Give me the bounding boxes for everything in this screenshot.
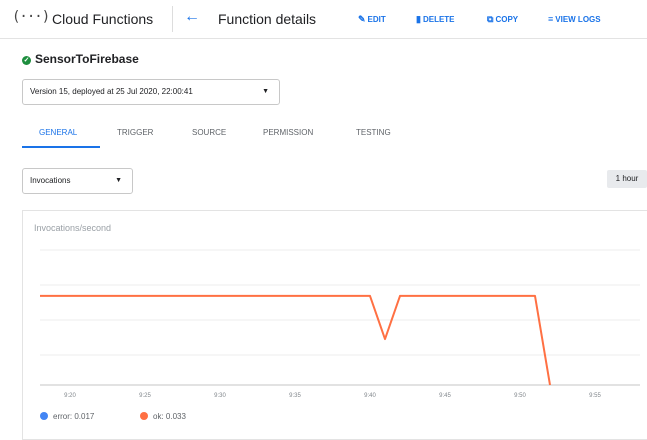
- x-tick-label: 9:55: [589, 393, 601, 399]
- legend-error-value: 0.017: [74, 412, 95, 421]
- legend-ok[interactable]: ok: 0.033: [140, 412, 186, 421]
- legend-ok-name: ok: [153, 412, 162, 421]
- x-tick-label: 9:20: [64, 393, 76, 399]
- x-tick-label: 9:40: [364, 393, 376, 399]
- x-tick-label: 9:30: [214, 393, 226, 399]
- legend-ok-dot: [140, 412, 148, 420]
- x-tick-label: 9:50: [514, 393, 526, 399]
- legend-error[interactable]: error: 0.017: [40, 412, 94, 421]
- series-line-ok: [40, 294, 551, 386]
- x-tick-label: 9:45: [439, 393, 451, 399]
- x-tick-label: 9:25: [139, 393, 151, 399]
- legend-error-dot: [40, 412, 48, 420]
- invocations-chart: 9:20 9:25 9:30 9:35 9:40 9:45 9:50 9:55: [40, 249, 640, 399]
- legend-ok-value: 0.033: [165, 412, 186, 421]
- legend-error-name: error: [53, 412, 70, 421]
- x-tick-label: 9:35: [289, 393, 301, 399]
